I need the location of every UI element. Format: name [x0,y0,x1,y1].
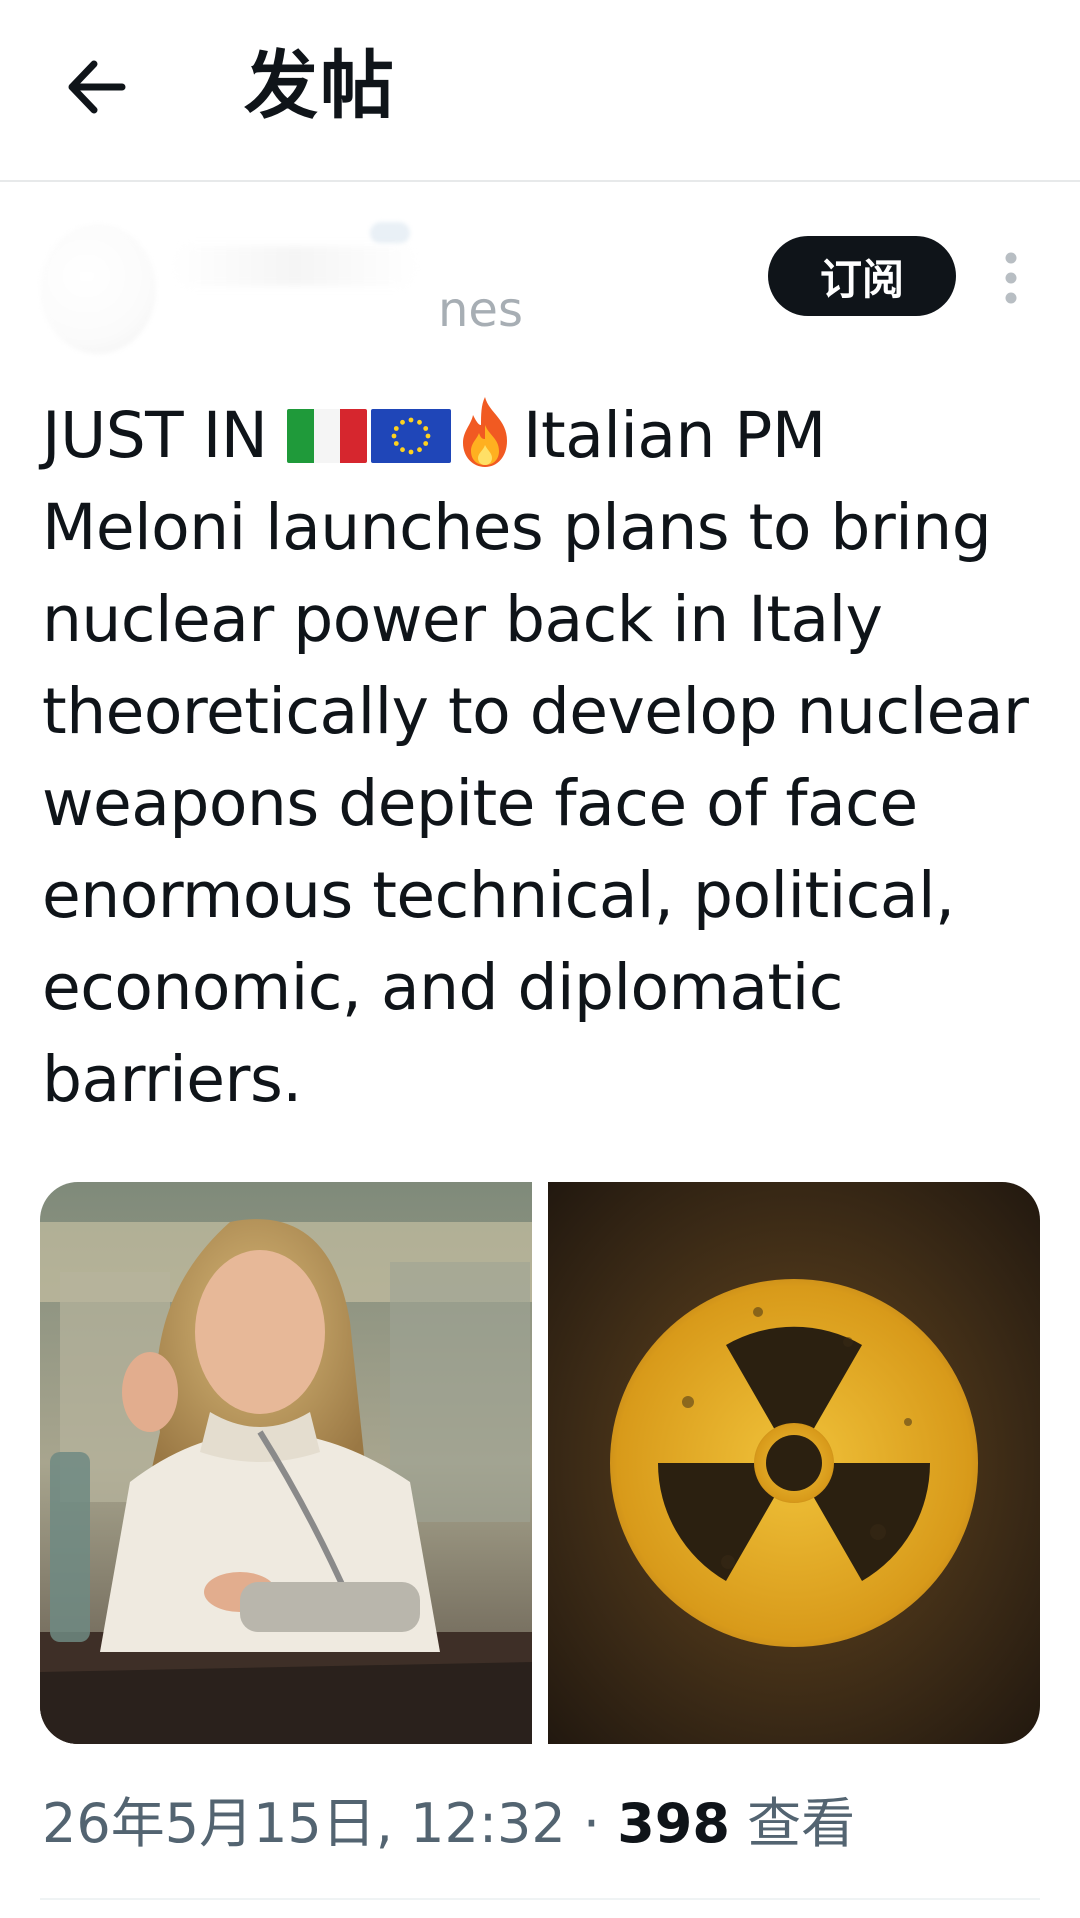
vertical-ellipsis-icon [1005,252,1017,304]
fire-icon [462,397,507,467]
tweet-body: Italian PM Meloni launches plans to brin… [42,399,1029,1116]
arrow-left-icon [68,60,126,114]
meloni-photo[interactable] [40,1182,532,1744]
eu-flag-icon [370,409,451,463]
italy-flag-icon [286,409,367,463]
page-title: 发帖 [244,43,396,129]
back-button[interactable] [62,52,132,122]
avatar[interactable] [40,224,156,354]
more-options-button[interactable] [996,250,1026,306]
media-grid[interactable] [40,1182,1040,1744]
views-label: 查看 [729,1792,856,1855]
views-count: 398 [617,1792,730,1855]
tweet-text: JUST IN Italian PM Meloni launches plans… [42,390,1042,1126]
divider [40,1898,1040,1900]
author-handle-fragment[interactable]: nes [438,286,523,334]
author-name-blurred[interactable] [170,246,420,286]
top-bar: 发帖 [0,0,1080,182]
blurred-badge [370,222,410,244]
subscribe-button[interactable]: 订阅 [768,236,956,316]
tweet-prefix: JUST IN [42,399,287,472]
meta-separator: · [565,1792,618,1855]
radiation-symbol-image[interactable] [548,1182,1040,1744]
post-datetime[interactable]: 26年5月15日, 12:32 [42,1792,566,1855]
tweet-meta: 26年5月15日, 12:32 · 398 查看 [42,1792,855,1857]
